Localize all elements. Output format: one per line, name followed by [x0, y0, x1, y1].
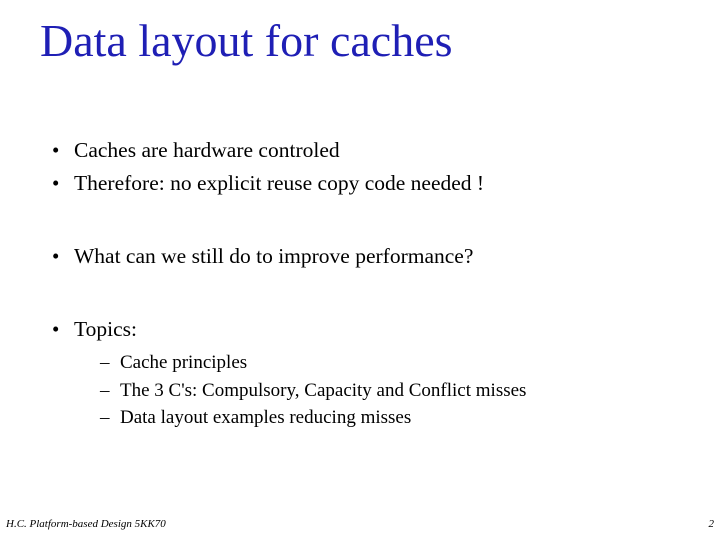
spacer [48, 275, 668, 315]
bullet-list: Caches are hardware controled Therefore:… [48, 136, 668, 198]
sub-bullet-item: Cache principles [100, 350, 668, 376]
footer-left: H.C. Platform-based Design 5KK70 [6, 518, 166, 530]
bullet-text: Topics: [74, 317, 137, 341]
bullet-item: Caches are hardware controled [48, 136, 668, 165]
footer-right: 2 [709, 518, 715, 530]
bullet-list: What can we still do to improve performa… [48, 242, 668, 271]
sub-bullet-item: The 3 C's: Compulsory, Capacity and Conf… [100, 378, 668, 404]
bullet-item: Therefore: no explicit reuse copy code n… [48, 169, 668, 198]
spacer [48, 202, 668, 242]
slide: Data layout for caches Caches are hardwa… [0, 0, 720, 540]
bullet-item: Topics: Cache principles The 3 C's: Comp… [48, 315, 668, 431]
sub-bullet-item: Data layout examples reducing misses [100, 405, 668, 431]
bullet-list: Topics: Cache principles The 3 C's: Comp… [48, 315, 668, 431]
slide-title: Data layout for caches [40, 14, 453, 67]
bullet-item: What can we still do to improve performa… [48, 242, 668, 271]
slide-body: Caches are hardware controled Therefore:… [48, 136, 668, 435]
sub-bullet-list: Cache principles The 3 C's: Compulsory, … [74, 350, 668, 431]
